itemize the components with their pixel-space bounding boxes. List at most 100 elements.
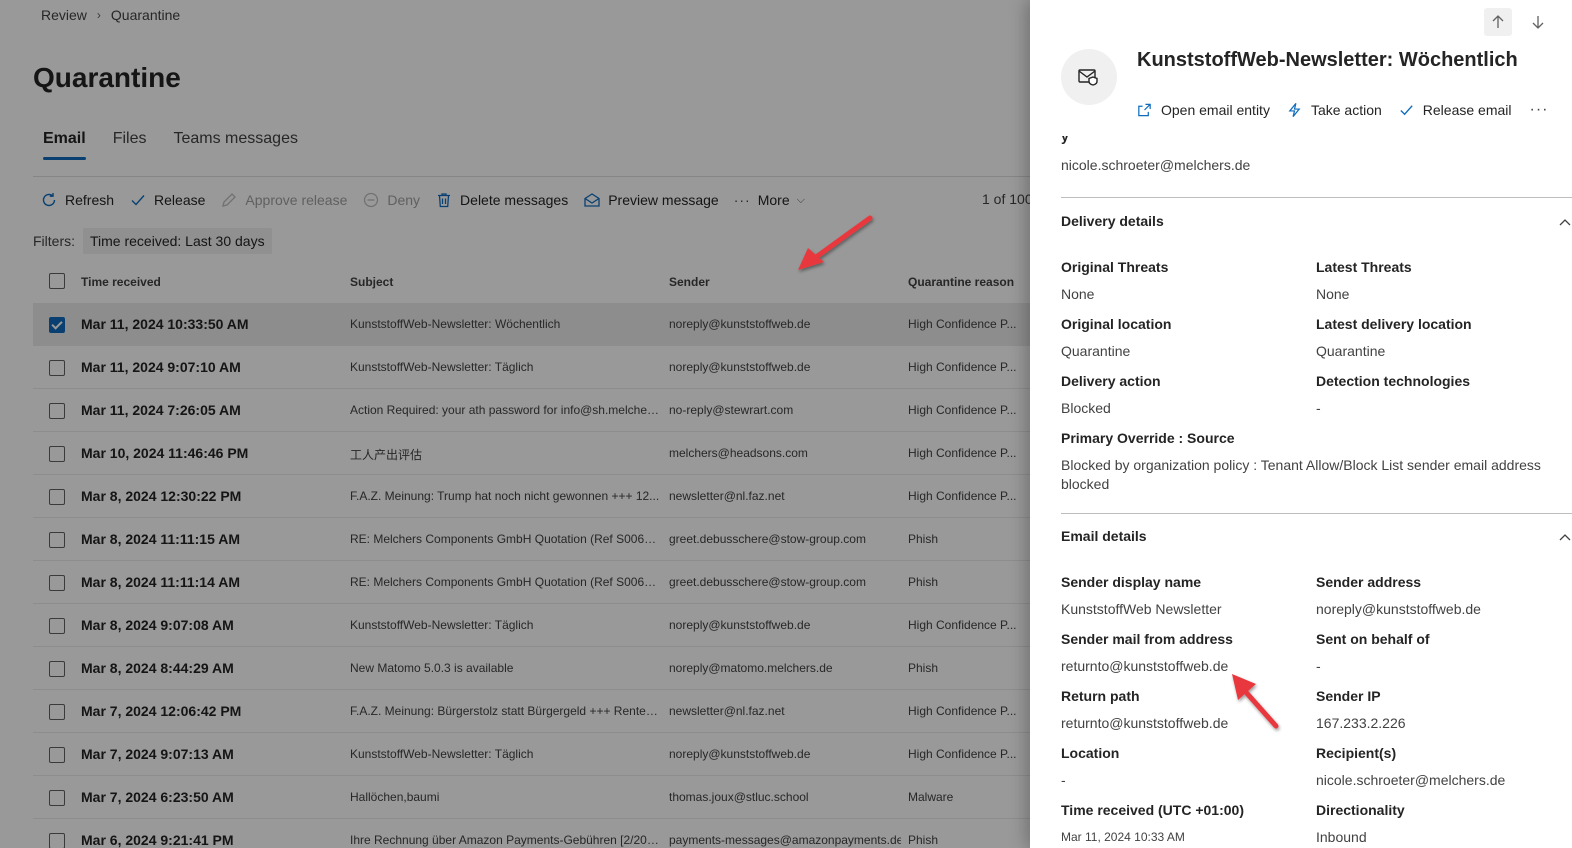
table-row[interactable]: Mar 11, 2024 9:07:10 AM KunststoffWeb-New… [33, 346, 1030, 389]
chevron-up-icon[interactable] [1558, 215, 1572, 229]
email-details-header[interactable]: Email details [1061, 528, 1147, 544]
column-header-sender[interactable]: Sender [669, 275, 710, 289]
row-checkbox[interactable] [49, 532, 65, 548]
table-row[interactable]: Mar 11, 2024 10:33:50 AM KunststoffWeb-Ne… [33, 303, 1030, 346]
row-checkbox[interactable] [49, 489, 65, 505]
field-label: Latest delivery location [1316, 316, 1472, 332]
delivery-details-header[interactable]: Delivery details [1061, 213, 1164, 229]
field-label: Sender IP [1316, 688, 1381, 704]
cell-time-received: Mar 8, 2024 12:30:22 PM [81, 488, 242, 504]
row-checkbox[interactable] [49, 360, 65, 376]
more-button[interactable]: ··· More ⌵ [734, 192, 805, 208]
more-actions-icon[interactable]: ··· [1530, 101, 1549, 119]
cell-quarantine-reason: Phish [908, 661, 939, 675]
row-checkbox[interactable] [49, 833, 65, 848]
table-row[interactable]: Mar 7, 2024 12:06:42 PM F.A.Z. Meinung: B… [33, 690, 1030, 733]
column-header-reason[interactable]: Quarantine reason [908, 275, 1014, 289]
previous-item-button[interactable] [1484, 8, 1512, 36]
field-label: Recipient(s) [1316, 745, 1397, 761]
field-label: Directionality [1316, 802, 1405, 818]
preview-message-button[interactable]: Preview message [583, 191, 719, 209]
recipient-value: nicole.schroeter@melchers.de [1061, 157, 1251, 173]
table-row[interactable]: Mar 10, 2024 11:46:46 PM 工人产出评估 melchers@h… [33, 432, 1030, 475]
message-list: Mar 11, 2024 10:33:50 AM KunststoffWeb-Ne… [33, 303, 1030, 848]
cell-sender: greet.debusschere@stow-group.com [669, 532, 866, 546]
approve-release-button[interactable]: Approve release [220, 191, 347, 209]
table-row[interactable]: Mar 8, 2024 11:11:15 AM RE: Melchers Comp… [33, 518, 1030, 561]
release-button[interactable]: Release [129, 191, 205, 209]
row-checkbox[interactable] [49, 403, 65, 419]
row-checkbox[interactable] [49, 575, 65, 591]
take-action-button[interactable]: Take action [1286, 102, 1382, 119]
cell-sender: newsletter@nl.faz.net [669, 489, 785, 503]
cell-sender: greet.debusschere@stow-group.com [669, 575, 866, 589]
cell-quarantine-reason: Malware [908, 790, 954, 804]
table-row[interactable]: Mar 8, 2024 9:07:08 AM KunststoffWeb-News… [33, 604, 1030, 647]
quarantine-page: Review › Quarantine Quarantine Email Fil… [0, 0, 1030, 848]
field-label: Sender display name [1061, 574, 1202, 590]
tab-teams-messages[interactable]: Teams messages [173, 130, 298, 160]
table-row[interactable]: Mar 8, 2024 11:11:14 AM RE: Melchers Comp… [33, 561, 1030, 604]
filters-bar: Filters: Time received: Last 30 days [33, 228, 272, 254]
cell-sender: thomas.joux@stluc.school [669, 790, 809, 804]
cell-quarantine-reason: High Confidence P... [908, 446, 1017, 460]
breadcrumb-quarantine: Quarantine [110, 7, 181, 23]
breadcrumb-review[interactable]: Review [41, 7, 87, 23]
deny-button[interactable]: Deny [362, 191, 420, 209]
column-header-subject[interactable]: Subject [350, 275, 393, 289]
table-row[interactable]: Mar 8, 2024 12:30:22 PM F.A.Z. Meinung: T… [33, 475, 1030, 518]
pencil-icon [220, 191, 238, 209]
cell-quarantine-reason: High Confidence P... [908, 704, 1017, 718]
field-value: nicole.schroeter@melchers.de [1316, 772, 1506, 788]
filter-chip-time-received[interactable]: Time received: Last 30 days [83, 228, 272, 254]
field-value: Inbound [1316, 829, 1367, 845]
table-row[interactable]: Mar 11, 2024 7:26:05 AM Action Required: … [33, 389, 1030, 432]
table-row[interactable]: Mar 6, 2024 9:21:41 PM Ihre Rechnung über… [33, 819, 1030, 848]
row-checkbox[interactable] [49, 704, 65, 720]
cell-sender: noreply@kunststoffweb.de [669, 618, 811, 632]
field-value: Blocked [1061, 400, 1111, 416]
pager-count: 1 of 100 [982, 191, 1030, 207]
field-value: Quarantine [1061, 343, 1131, 359]
chevron-up-icon[interactable] [1558, 530, 1572, 544]
row-checkbox[interactable] [49, 618, 65, 634]
cell-subject: KunststoffWeb-Newsletter: Wöchentlich [350, 317, 561, 331]
row-checkbox[interactable] [49, 317, 65, 333]
release-email-button[interactable]: Release email [1398, 102, 1512, 119]
column-header-time[interactable]: Time received [81, 275, 161, 289]
next-item-button[interactable] [1524, 8, 1552, 36]
field-label: Sender mail from address [1061, 631, 1233, 647]
checkmark-icon [1398, 102, 1415, 119]
cell-subject: Action Required: your ath password for i… [350, 403, 660, 417]
delivery-details-title: Delivery details [1061, 213, 1164, 229]
field-value: None [1061, 286, 1095, 302]
cell-subject: F.A.Z. Meinung: Bürgerstolz statt Bürger… [350, 704, 660, 718]
mail-shield-icon [1078, 69, 1098, 86]
row-checkbox[interactable] [49, 747, 65, 763]
original-location-field: Original location Quarantine [1061, 316, 1306, 361]
flyout-actions: Open email entity Take action Release em… [1136, 101, 1548, 119]
email-details-title: Email details [1061, 528, 1147, 544]
refresh-button[interactable]: Refresh [40, 191, 114, 209]
cell-sender: noreply@kunststoffweb.de [669, 747, 811, 761]
page-title: Quarantine [33, 62, 181, 93]
filters-label: Filters: [33, 233, 75, 249]
row-checkbox[interactable] [49, 661, 65, 677]
row-checkbox[interactable] [49, 446, 65, 462]
open-email-entity-button[interactable]: Open email entity [1136, 102, 1270, 119]
table-row[interactable]: Mar 7, 2024 9:07:13 AM KunststoffWeb-News… [33, 733, 1030, 776]
field-label: Primary Override : Source [1061, 430, 1235, 446]
delete-messages-button[interactable]: Delete messages [435, 191, 568, 209]
field-label: Time received (UTC +01:00) [1061, 802, 1244, 818]
select-all-checkbox[interactable] [49, 273, 65, 289]
tab-files[interactable]: Files [113, 130, 147, 160]
table-row[interactable]: Mar 8, 2024 8:44:29 AM New Matomo 5.0.3 i… [33, 647, 1030, 690]
block-icon [362, 191, 380, 209]
lightning-icon [1286, 102, 1303, 119]
cell-sender: newsletter@nl.faz.net [669, 704, 785, 718]
table-row[interactable]: Mar 7, 2024 6:23:50 AM Hallöchen,baumi tho… [33, 776, 1030, 819]
tab-email[interactable]: Email [43, 130, 86, 160]
row-checkbox[interactable] [49, 790, 65, 806]
field-label: Latest Threats [1316, 259, 1412, 275]
cell-subject: RE: Melchers Components GmbH Quotation (… [350, 575, 660, 589]
